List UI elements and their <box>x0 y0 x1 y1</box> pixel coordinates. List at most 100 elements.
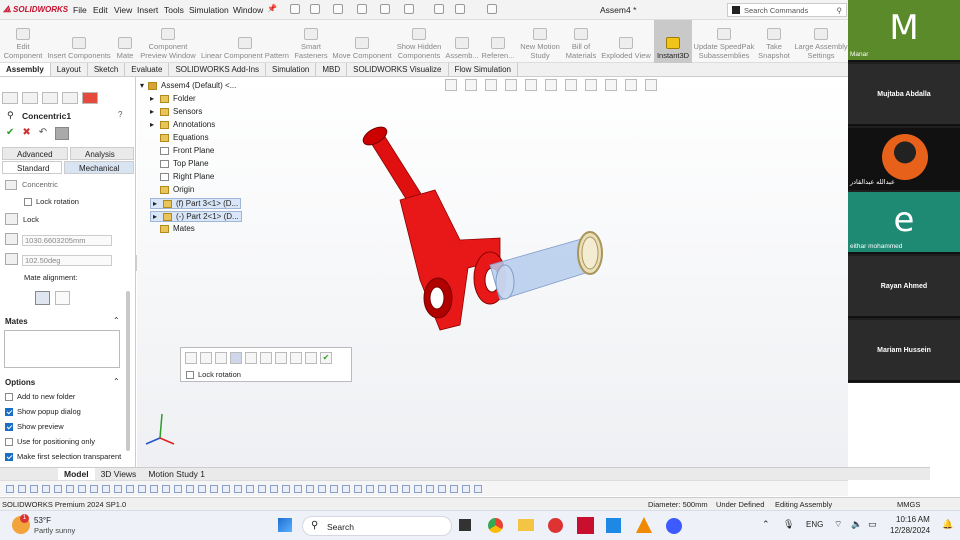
tab-0[interactable]: Assembly <box>0 63 51 76</box>
options-gear-icon[interactable] <box>487 4 497 14</box>
options-header[interactable]: Options <box>5 378 35 387</box>
undo-icon[interactable] <box>404 4 414 14</box>
tab-1[interactable]: Layout <box>51 63 88 76</box>
tree-item[interactable]: Front Plane <box>150 146 214 155</box>
windows-start-icon[interactable] <box>278 518 292 532</box>
zoom-area-icon[interactable] <box>465 79 477 91</box>
options-collapse-icon[interactable]: ⌃ <box>113 377 120 386</box>
expand-icon[interactable]: ▸ <box>150 94 156 103</box>
bottom-tool-icon[interactable] <box>450 485 458 493</box>
solidworks-taskbar-icon[interactable] <box>577 517 594 534</box>
bottom-tool-icon[interactable] <box>186 485 194 493</box>
menu-window[interactable]: Window <box>233 5 263 15</box>
dimxpert-tab-icon[interactable] <box>62 92 78 104</box>
angle-icon[interactable] <box>5 253 18 265</box>
anti-aligned-icon[interactable] <box>55 291 70 305</box>
bottom-tool-icon[interactable] <box>270 485 278 493</box>
ribbon-button-2[interactable]: Mate <box>112 20 138 63</box>
bottom-tab-1[interactable]: 3D Views <box>95 468 143 480</box>
bottom-tool-icon[interactable] <box>66 485 74 493</box>
bottom-tool-icon[interactable] <box>42 485 50 493</box>
select-icon[interactable] <box>434 4 444 14</box>
advanced-toggle[interactable]: Advanced <box>2 147 68 160</box>
lock-rotation-checkbox[interactable]: Lock rotation <box>24 197 79 207</box>
participant-tile[interactable]: e eithar mohammed <box>848 192 960 254</box>
check-icon[interactable]: ✔ <box>320 352 332 364</box>
tree-item[interactable]: ▸ Annotations <box>150 120 215 129</box>
standard-toggle[interactable]: Standard <box>2 161 62 174</box>
ribbon-button-4[interactable]: Linear Component Pattern <box>198 20 292 63</box>
menu-edit[interactable]: Edit <box>93 5 108 15</box>
tree-item[interactable]: ▸ (f) Part 3<1> (D... <box>150 198 242 209</box>
ribbon-button-7[interactable]: Show Hidden Components <box>394 20 444 63</box>
ok-icon[interactable]: ✔ <box>6 127 14 140</box>
feature-manager-tab-icon[interactable] <box>2 92 18 104</box>
popup-lock-check[interactable] <box>186 371 194 380</box>
angle-icon[interactable] <box>275 352 287 364</box>
notification-icon[interactable]: 🔔 <box>942 519 953 530</box>
display-manager-tab-icon[interactable] <box>82 92 98 104</box>
help-icon[interactable]: ? <box>118 110 122 119</box>
expand-icon[interactable]: ▸ <box>150 120 156 129</box>
new-doc-icon[interactable] <box>310 4 320 14</box>
ribbon-button-10[interactable]: New Motion Study <box>516 20 564 63</box>
ribbon-button-6[interactable]: Move Component <box>330 20 394 63</box>
tree-item[interactable]: ▸ (-) Part 2<1> (D... <box>150 211 242 222</box>
tree-item[interactable]: ▸ Folder <box>150 94 196 103</box>
ribbon-button-12[interactable]: Exploded View <box>598 20 654 63</box>
display-style-icon[interactable] <box>565 79 577 91</box>
bottom-tool-icon[interactable] <box>306 485 314 493</box>
ribbon-button-3[interactable]: Component Preview Window <box>138 20 198 63</box>
menu-simulation[interactable]: Simulation <box>189 5 229 15</box>
participant-tile[interactable]: Rayan Ahmed <box>848 256 960 318</box>
bottom-tool-icon[interactable] <box>102 485 110 493</box>
home-icon[interactable] <box>290 4 300 14</box>
expand-icon[interactable]: ▸ <box>153 212 159 221</box>
ribbon-button-9[interactable]: Referen... <box>480 20 516 63</box>
clock-date[interactable]: 12/28/2024 <box>890 526 930 535</box>
bottom-tab-2[interactable]: Motion Study 1 <box>142 468 211 480</box>
bottom-tool-icon[interactable] <box>390 485 398 493</box>
bottom-tab-0[interactable]: Model <box>58 468 95 480</box>
pin-icon[interactable]: 📌 <box>267 4 277 13</box>
section-view-icon[interactable] <box>505 79 517 91</box>
tree-root[interactable]: ▾ Assem4 (Default) <... <box>140 81 236 90</box>
undo-icon[interactable] <box>305 352 317 364</box>
option-checkbox[interactable] <box>5 408 13 417</box>
distance-field[interactable]: 1030.6603205mm <box>22 235 112 246</box>
tab-6[interactable]: MBD <box>316 63 348 76</box>
wifi-icon[interactable]: ⌔ <box>834 519 842 530</box>
search-icon[interactable]: ⚲ <box>837 6 843 15</box>
clock-time[interactable]: 10:16 AM <box>896 515 930 524</box>
participant-tile[interactable]: M Manar <box>848 0 960 62</box>
battery-icon[interactable]: ▭ <box>868 519 877 530</box>
solidworks-logo[interactable]: ⟁ SOLIDWORKS <box>3 4 68 15</box>
microphone-icon[interactable]: 🎙 <box>783 519 794 530</box>
bottom-tool-icon[interactable] <box>426 485 434 493</box>
model-3d[interactable] <box>340 120 620 340</box>
file-explorer-icon[interactable] <box>518 519 534 531</box>
bottom-tool-icon[interactable] <box>234 485 242 493</box>
pin-part[interactable] <box>489 231 603 301</box>
property-manager-tab-icon[interactable] <box>22 92 38 104</box>
menu-view[interactable]: View <box>114 5 132 15</box>
expand-icon[interactable]: ▸ <box>150 107 156 116</box>
ribbon-button-8[interactable]: Assemb... <box>444 20 480 63</box>
ribbon-button-14[interactable]: Update SpeedPak Subassemblies <box>692 20 756 63</box>
analysis-toggle[interactable]: Analysis <box>70 147 134 160</box>
yoke-part[interactable] <box>360 123 507 331</box>
search-commands[interactable]: Search Commands ⚲ <box>727 3 847 17</box>
bottom-tool-icon[interactable] <box>174 485 182 493</box>
bottom-tool-icon[interactable] <box>114 485 122 493</box>
cancel-icon[interactable]: ✖ <box>22 127 30 140</box>
bottom-tool-icon[interactable] <box>150 485 158 493</box>
view-orientation-icon[interactable] <box>545 79 557 91</box>
rebuild-icon[interactable] <box>455 4 465 14</box>
tree-item[interactable]: ▸ Sensors <box>150 107 202 116</box>
concentric-mate-icon[interactable] <box>5 180 17 190</box>
concentric-icon[interactable] <box>230 352 242 364</box>
bottom-tool-icon[interactable] <box>198 485 206 493</box>
option-2[interactable]: Show preview <box>5 422 64 432</box>
angle-field[interactable]: 102.50deg <box>22 255 112 266</box>
previous-view-icon[interactable] <box>485 79 497 91</box>
